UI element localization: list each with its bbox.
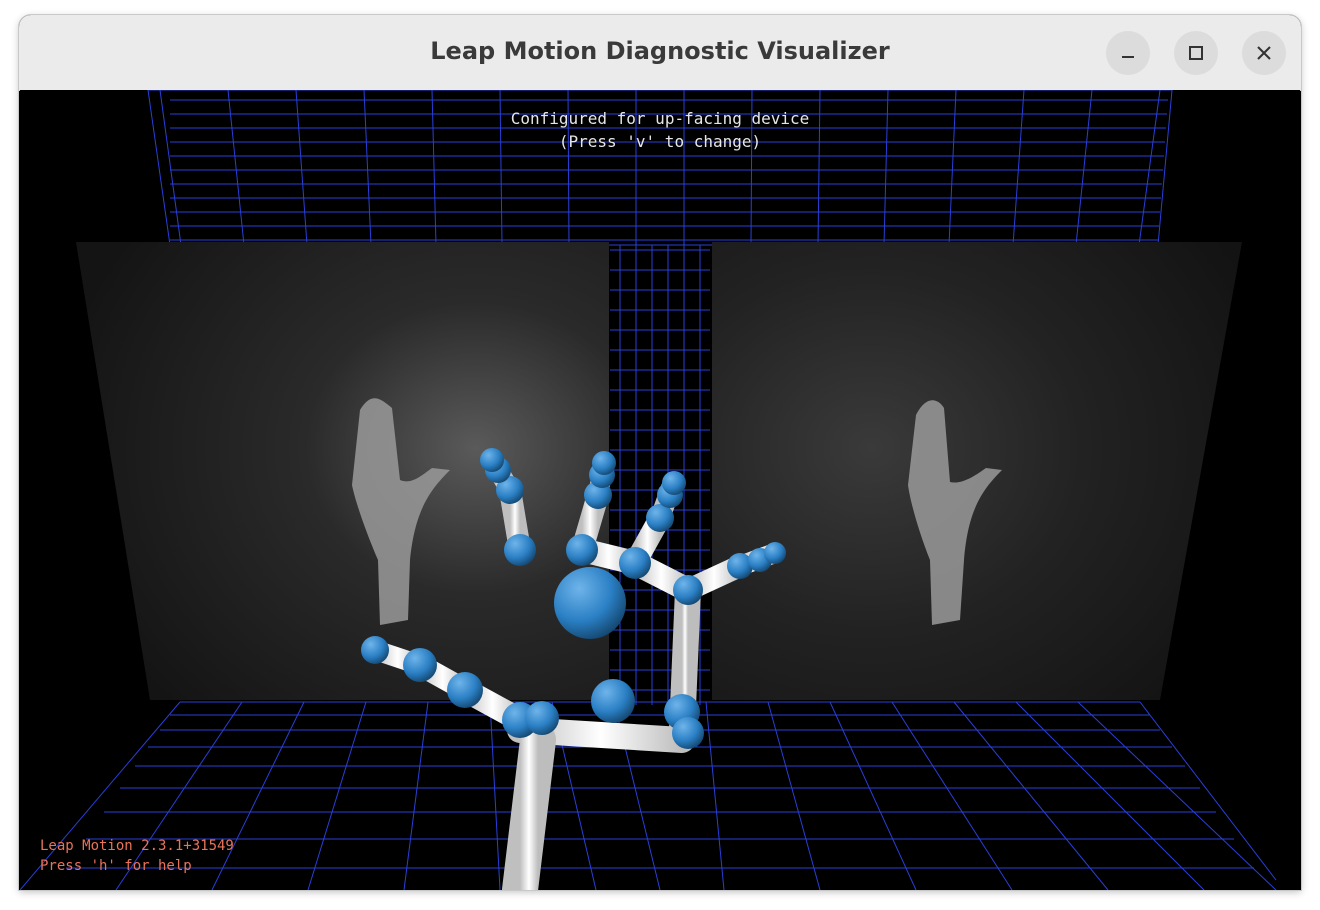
help-hint: Press 'h' for help: [40, 858, 192, 874]
orientation-line-1: Configured for up-facing device: [510, 109, 810, 128]
maximize-button[interactable]: [1174, 31, 1218, 75]
close-icon: [1257, 46, 1271, 60]
status-overlay: Leap Motion 2.3.1+31549 Press 'h' for he…: [40, 836, 234, 876]
palm-base-sphere: [591, 679, 635, 723]
minimize-button[interactable]: [1106, 31, 1150, 75]
close-button[interactable]: [1242, 31, 1286, 75]
orientation-line-2: (Press 'v' to change): [558, 132, 762, 151]
app-window: Leap Motion Diagnostic Visualizer Config…: [19, 15, 1301, 890]
visualizer-viewport[interactable]: Configured for up-facing device (Press '…: [20, 90, 1300, 890]
3d-scene: [20, 90, 1277, 890]
right-camera-image: [712, 242, 1242, 700]
title-bar[interactable]: Leap Motion Diagnostic Visualizer: [19, 15, 1301, 91]
minimize-icon: [1122, 56, 1134, 58]
maximize-icon: [1189, 46, 1203, 60]
version-label: Leap Motion 2.3.1+31549: [40, 838, 234, 854]
orientation-hint: Configured for up-facing device (Press '…: [20, 107, 1300, 153]
palm-center-sphere: [554, 567, 626, 639]
